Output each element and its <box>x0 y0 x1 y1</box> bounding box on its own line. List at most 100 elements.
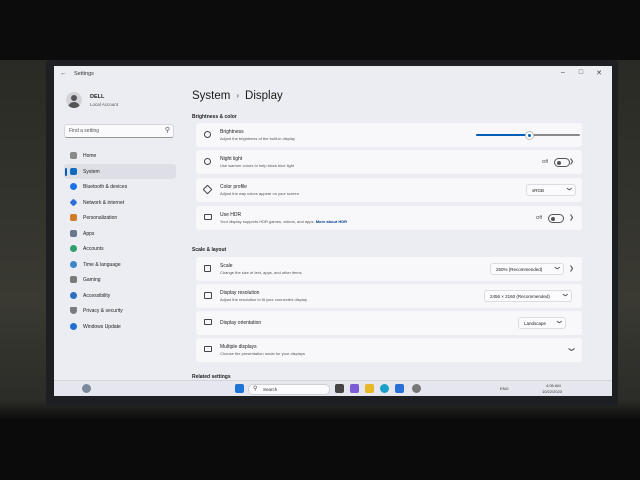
hdr-toggle[interactable] <box>548 214 564 223</box>
sidebar-item-system[interactable]: System <box>64 163 176 179</box>
sidebar-item-label: Time & language <box>83 261 121 268</box>
search-icon: ⚲ <box>253 386 258 392</box>
sidebar-item-gaming[interactable]: Gaming <box>64 272 176 288</box>
taskbar: ⚲ Search ENG 4:05 AM 10/22/2023 <box>54 380 612 396</box>
apps-icon <box>70 229 77 237</box>
brightness-subtitle: Adjust the brightness of the built-in di… <box>220 136 295 141</box>
sidebar-item-label: Bluetooth & devices <box>83 184 128 190</box>
multiple-displays-title: Multiple displays <box>220 344 257 350</box>
system-icon <box>70 167 77 175</box>
update-icon <box>70 322 77 330</box>
sidebar-item-label: Home <box>83 153 97 159</box>
sun-icon <box>204 131 211 138</box>
close-button[interactable]: ✕ <box>592 69 606 77</box>
sidebar-item-label: Accessibility <box>83 292 111 299</box>
sidebar-item-label: Gaming <box>83 277 101 283</box>
sidebar-item-label: Windows Update <box>83 323 121 330</box>
sidebar-item-windows-update[interactable]: Windows Update <box>64 319 176 335</box>
color-profile-subtitle: Adjust the way colors appear on your scr… <box>220 191 299 196</box>
sidebar-item-personalization[interactable]: Personalization <box>64 210 176 226</box>
shield-icon <box>70 307 77 314</box>
file-explorer-icon[interactable] <box>365 384 374 393</box>
page-title: Display <box>245 90 283 102</box>
accounts-icon <box>70 245 77 252</box>
gaming-icon <box>70 276 77 283</box>
night-light-card[interactable]: Night light Use warmer colors to help bl… <box>196 150 582 174</box>
network-icon <box>69 198 78 206</box>
brush-icon <box>70 214 77 221</box>
settings-icon[interactable] <box>412 384 421 393</box>
task-view-icon[interactable] <box>335 384 344 393</box>
orientation-dropdown[interactable]: Landscape ❯ <box>518 317 566 329</box>
scale-title: Scale <box>220 263 233 269</box>
resolution-subtitle: Adjust the resolution to fit your connec… <box>220 297 307 302</box>
minimize-button[interactable]: – <box>556 69 570 76</box>
night-light-toggle[interactable] <box>554 158 570 167</box>
back-arrow-icon[interactable]: ← <box>60 70 67 77</box>
breadcrumb: System › Display <box>192 90 283 102</box>
window-title: Settings <box>74 71 94 77</box>
language-indicator[interactable]: ENG <box>500 386 509 391</box>
settings-window: ← Settings – □ ✕ DELL Local Account Find… <box>54 66 612 396</box>
chevron-down-icon: ❯ <box>555 319 562 325</box>
sidebar-item-label: Privacy & security <box>83 308 123 314</box>
sidebar-item-time-language[interactable]: Time & language <box>64 257 176 273</box>
scale-dropdown[interactable]: 250% (Recommended) ❯ <box>490 263 564 275</box>
chevron-down-icon: ❯ <box>561 292 568 298</box>
scale-subtitle: Change the size of text, apps, and other… <box>220 270 302 275</box>
scale-card[interactable]: Scale Change the size of text, apps, and… <box>196 257 582 281</box>
brightness-slider[interactable] <box>476 131 580 140</box>
sidebar-item-accessibility[interactable]: Accessibility <box>64 288 176 304</box>
clock-date[interactable]: 10/22/2023 <box>542 389 562 394</box>
hdr-subtitle-text: Your display supports HDR games, videos,… <box>220 219 315 224</box>
breadcrumb-parent[interactable]: System <box>192 90 230 102</box>
chevron-right-icon: ❯ <box>568 266 574 272</box>
hdr-icon <box>204 214 212 220</box>
color-profile-title: Color profile <box>220 184 247 190</box>
display-resolution-card: Display resolution Adjust the resolution… <box>196 284 582 308</box>
accessibility-icon <box>70 291 77 299</box>
chat-icon[interactable] <box>350 384 359 393</box>
sidebar-item-apps[interactable]: Apps <box>64 226 176 242</box>
night-light-state: Off <box>542 159 548 164</box>
multiple-displays-card[interactable]: Multiple displays Choose the presentatio… <box>196 338 582 362</box>
sidebar-item-privacy[interactable]: Privacy & security <box>64 303 176 319</box>
orientation-title: Display orientation <box>220 320 262 326</box>
color-profile-card: Color profile Adjust the way colors appe… <box>196 178 582 202</box>
chevron-down-icon: ❯ <box>565 186 572 192</box>
brightness-card: Brightness Adjust the brightness of the … <box>196 123 582 147</box>
hdr-card[interactable]: Use HDR Your display supports HDR games,… <box>196 206 582 230</box>
maximize-button[interactable]: □ <box>574 69 588 76</box>
more-about-hdr-link[interactable]: More about HDR <box>316 219 347 224</box>
selection-indicator <box>65 167 67 176</box>
sidebar-item-network[interactable]: Network & internet <box>64 195 176 211</box>
avatar[interactable] <box>66 92 82 108</box>
store-icon[interactable] <box>395 384 404 393</box>
taskbar-search[interactable]: ⚲ Search <box>248 384 330 395</box>
search-input[interactable]: Find a setting ⚲ <box>64 124 174 138</box>
bluetooth-icon <box>70 183 77 190</box>
user-name: DELL <box>90 94 105 100</box>
sidebar-item-home[interactable]: Home <box>64 148 176 164</box>
orientation-icon <box>204 319 212 325</box>
chevron-right-icon: ❯ <box>568 159 574 165</box>
start-icon[interactable] <box>235 384 244 393</box>
widgets-icon[interactable] <box>82 384 91 393</box>
sidebar-item-accounts[interactable]: Accounts <box>64 241 176 257</box>
sidebar-item-label: Apps <box>83 230 95 237</box>
color-profile-value: sRGB <box>532 187 545 193</box>
clock-time[interactable]: 4:05 AM <box>546 383 561 388</box>
edge-icon[interactable] <box>380 384 389 393</box>
section-heading-brightness: Brightness & color <box>192 114 237 120</box>
brightness-slider-thumb[interactable] <box>524 131 534 140</box>
resolution-dropdown[interactable]: 2456 × 2160 (Recommended) ❯ <box>484 290 572 302</box>
home-icon <box>70 152 77 159</box>
sidebar-item-bluetooth[interactable]: Bluetooth & devices <box>64 179 176 195</box>
time-icon <box>70 260 77 268</box>
chevron-down-icon[interactable]: ❯ <box>568 347 575 352</box>
color-profile-dropdown[interactable]: sRGB ❯ <box>526 184 576 196</box>
search-placeholder: Find a setting <box>69 128 100 134</box>
orientation-value: Landscape <box>524 320 547 326</box>
multiple-displays-subtitle: Choose the presentation mode for your di… <box>220 351 305 356</box>
sidebar-item-label: Personalization <box>83 215 118 221</box>
